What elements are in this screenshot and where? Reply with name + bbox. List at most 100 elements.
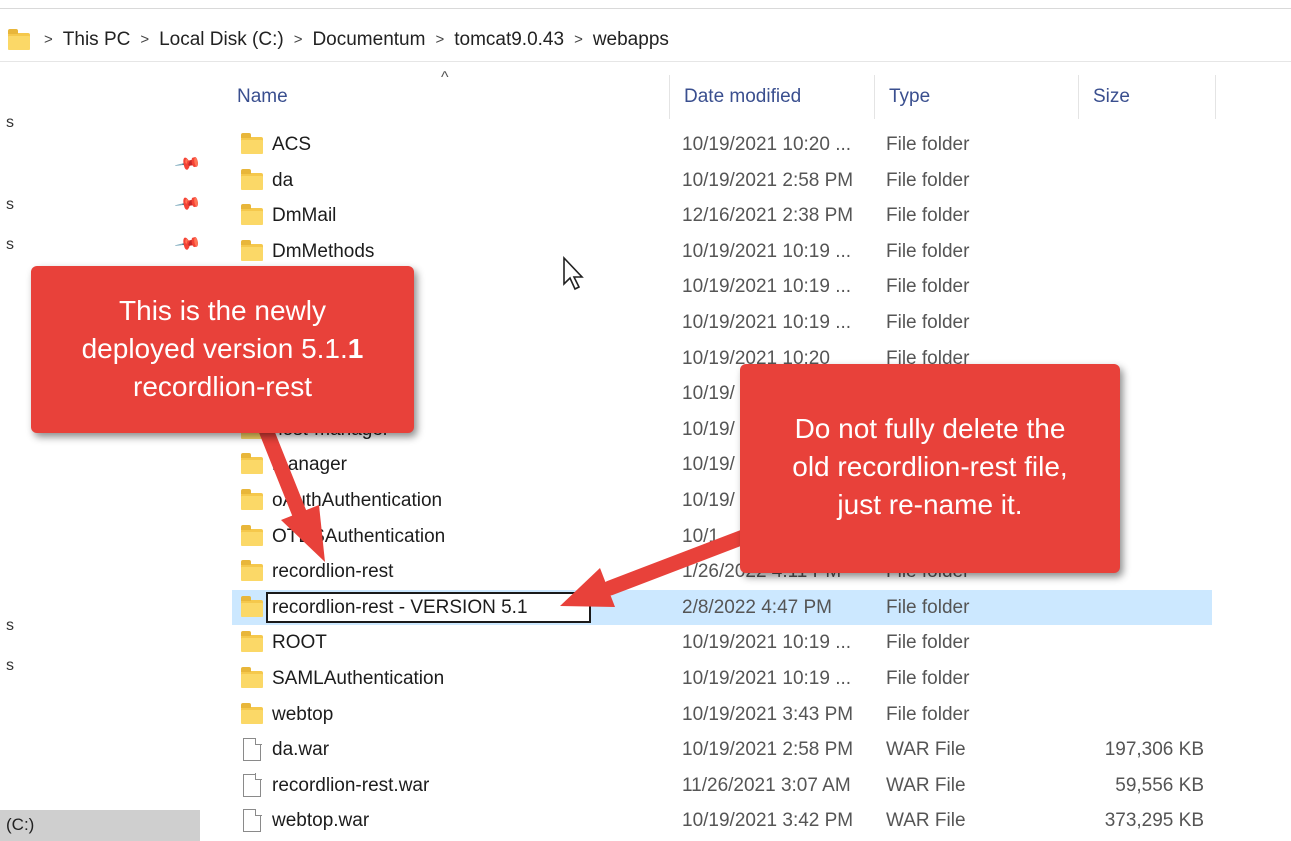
folder-icon (241, 666, 265, 691)
callout-new-version: This is the newly deployed version 5.1.1… (31, 266, 414, 433)
callout-text: just re-name it. (837, 489, 1023, 520)
callout-text: recordlion-rest (133, 371, 312, 402)
file-name: SAMLAuthentication (272, 667, 445, 689)
folder-row[interactable]: ROOT 10/19/2021 10:19 ... File folder (232, 625, 1212, 661)
file-icon (241, 773, 265, 798)
pin-icon[interactable]: 📌 (173, 230, 202, 259)
callout-text: This is the newly (119, 295, 326, 326)
nav-item-local-disk[interactable]: (C:) (0, 810, 200, 841)
nav-item-partial[interactable]: s (6, 196, 14, 214)
date-modified: 12/16/2021 2:38 PM (682, 205, 854, 227)
file-name: ROOT (272, 632, 327, 654)
file-type: File folder (886, 205, 970, 227)
date-modified: 10/1 (682, 525, 719, 547)
folder-icon (241, 524, 265, 549)
column-type[interactable]: Type (875, 75, 1079, 119)
folder-row[interactable]: DmMethods 10/19/2021 10:19 ... File folder (232, 234, 1212, 270)
file-size (1092, 305, 1204, 341)
file-size: 197,306 KB (1104, 739, 1204, 761)
date-modified: 10/19/2021 3:43 PM (682, 703, 854, 725)
breadcrumb-tomcat[interactable]: tomcat9.0.43 (450, 29, 568, 51)
file-type: File folder (886, 276, 970, 298)
date-modified: 10/19/ (682, 418, 735, 440)
nav-item-partial[interactable]: s (6, 657, 14, 675)
folder-icon (241, 631, 265, 655)
folder-row[interactable]: ACS 10/19/2021 10:20 ... File folder (232, 127, 1212, 163)
file-row[interactable]: da.war 10/19/2021 2:58 PM WAR File 197,306 … (232, 732, 1212, 768)
folder-icon (241, 560, 265, 584)
callout-text: deployed version 5.1.1 (31, 330, 414, 368)
file-type: WAR File (886, 810, 966, 832)
file-name: recordlion-rest.war (272, 774, 430, 796)
file-size (1092, 127, 1204, 163)
date-modified: 10/19/2021 10:20 ... (682, 134, 852, 155)
folder-icon (6, 28, 32, 51)
chevron-right-icon[interactable]: > (134, 31, 155, 48)
rename-input[interactable]: recordlion-rest - VERSION 5.1 (266, 591, 591, 623)
breadcrumb-webapps[interactable]: webapps (589, 29, 673, 51)
folder-row[interactable]: DmMail 12/16/2021 2:38 PM File folder (232, 198, 1212, 234)
date-modified: 10/19/2021 10:19 ... (682, 632, 852, 654)
file-icon (241, 737, 265, 762)
column-header: ^ Name Date modified Type Size (223, 69, 1216, 119)
nav-item-partial[interactable]: s (6, 236, 14, 254)
file-size (1092, 269, 1204, 305)
window-top-divider (0, 8, 1291, 9)
pin-icon[interactable]: 📌 (173, 150, 202, 179)
date-modified: 10/19/2021 2:58 PM (682, 169, 854, 191)
file-size (1092, 590, 1204, 626)
file-size (1092, 625, 1204, 661)
file-type: File folder (886, 667, 970, 689)
address-bar[interactable]: > This PC > Local Disk (C:) > Documentum… (0, 18, 1291, 62)
file-name: da.war (272, 739, 330, 761)
file-type: File folder (886, 311, 970, 333)
date-modified: 10/19/2021 10:19 ... (682, 276, 852, 298)
file-row[interactable]: recordlion-rest.war 11/26/2021 3:07 AM WAR… (232, 768, 1212, 804)
file-type: WAR File (886, 739, 966, 761)
callout-rename-tip: Do not fully delete the old recordlion-r… (740, 364, 1120, 573)
nav-item-partial[interactable]: s (6, 617, 14, 635)
file-name: OTDSAuthentication (272, 525, 446, 547)
folder-icon (241, 488, 265, 513)
file-name: da (272, 169, 294, 191)
breadcrumb-this-pc[interactable]: This PC (59, 29, 135, 51)
chevron-right-icon[interactable]: > (568, 31, 589, 48)
folder-row[interactable]: webtop 10/19/2021 3:43 PM File folder (232, 697, 1212, 733)
date-modified: 11/26/2021 3:07 AM (682, 774, 851, 796)
date-modified: 10/19/2021 2:58 PM (682, 739, 854, 761)
file-name: ACS (272, 134, 312, 155)
chevron-right-icon: > (44, 31, 53, 48)
chevron-right-icon[interactable]: > (429, 31, 450, 48)
folder-icon (241, 168, 265, 193)
folder-icon (241, 239, 265, 264)
folder-row[interactable]: da 10/19/2021 2:58 PM File folder (232, 163, 1212, 199)
file-size: 59,556 KB (1115, 774, 1204, 796)
column-size[interactable]: Size (1079, 75, 1216, 119)
nav-item-partial[interactable]: s (6, 114, 14, 132)
breadcrumb-documentum[interactable]: Documentum (308, 29, 429, 51)
file-name: webtop (272, 703, 334, 725)
file-name: recordlion-rest (272, 561, 394, 583)
date-modified: 10/19/ (682, 383, 735, 405)
column-name[interactable]: Name (223, 75, 670, 119)
folder-row[interactable]: SAMLAuthentication 10/19/2021 10:19 ... Fi… (232, 661, 1212, 697)
file-name: manager (272, 454, 347, 476)
file-name: oAuthAuthentication (272, 489, 443, 511)
file-explorer-window: > This PC > Local Disk (C:) > Documentum… (0, 0, 1291, 841)
folder-icon (241, 453, 265, 477)
breadcrumb-local-disk[interactable]: Local Disk (C:) (155, 29, 288, 51)
callout-text-bold: 1 (347, 333, 364, 364)
file-type: File folder (886, 134, 970, 155)
folder-icon (241, 595, 265, 620)
navigation-pane: s s s s s 📌 📌 📌 (C:) (0, 62, 205, 841)
chevron-right-icon[interactable]: > (288, 31, 309, 48)
column-date-modified[interactable]: Date modified (670, 75, 875, 119)
folder-row[interactable]: recordlion-rest - VERSION 5.1 2/8/2022 4:… (232, 589, 1212, 626)
file-type: File folder (886, 632, 970, 654)
pin-icon[interactable]: 📌 (173, 190, 202, 219)
file-size (1092, 198, 1204, 234)
callout-text-part: deployed version 5.1. (81, 333, 348, 364)
file-type: File folder (886, 703, 970, 725)
file-row[interactable]: webtop.war 10/19/2021 3:42 PM WAR File 373,… (232, 803, 1212, 839)
date-modified: 10/19/2021 10:19 ... (682, 240, 852, 262)
